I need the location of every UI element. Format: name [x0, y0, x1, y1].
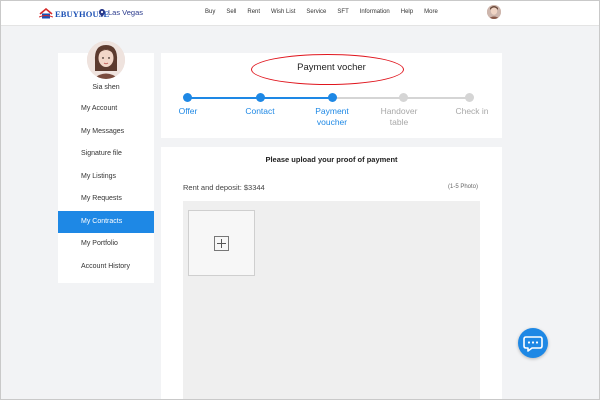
main-nav: Buy Sell Rent Wish List Service SFT Info… [205, 9, 449, 15]
step-label-handover-table: Handover table [380, 106, 418, 127]
step-dot-payment-voucher [328, 93, 337, 102]
user-photo-icon [87, 41, 125, 79]
step-label-contact[interactable]: Contact [235, 106, 285, 117]
nav-item-service[interactable]: Service [306, 9, 326, 15]
account-sidebar: Sia shen My Account My Messages Signatur… [58, 41, 154, 283]
location-pin-icon [99, 8, 105, 17]
add-photo-button[interactable] [188, 210, 255, 276]
location-label: Las Vegas [108, 8, 144, 17]
user-name: Sia shen [92, 84, 120, 91]
step-label-payment-voucher[interactable]: Payment voucher [307, 106, 357, 128]
sidebar-item-signature-file[interactable]: Signature file [58, 143, 154, 166]
nav-item-sell[interactable]: Sell [226, 9, 236, 15]
nav-item-wish-list[interactable]: Wish List [271, 9, 295, 15]
step-label-check-in: Check in [455, 106, 489, 116]
nav-item-rent[interactable]: Rent [247, 9, 260, 15]
user-photo-icon [487, 5, 501, 19]
location-selector[interactable]: Las Vegas [99, 8, 143, 17]
page: EBUYHOUSE Las Vegas Buy Sell Rent Wish L… [0, 0, 600, 400]
house-logo-icon [39, 8, 53, 19]
photo-limit-hint: (1-5 Photo) [447, 184, 478, 190]
deposit-amount: Rent and deposit: $3344 [183, 183, 265, 192]
top-navigation-bar: EBUYHOUSE Las Vegas Buy Sell Rent Wish L… [1, 1, 599, 26]
nav-item-more[interactable]: More [424, 9, 438, 15]
sidebar-menu: My Account My Messages Signature file My… [58, 98, 154, 278]
header-avatar[interactable] [487, 5, 501, 19]
contract-progress-card: Payment vocher Offer Contact Payment vou… [161, 53, 502, 138]
sidebar-item-my-messages[interactable]: My Messages [58, 121, 154, 144]
step-dot-contact [256, 93, 265, 102]
nav-item-help[interactable]: Help [401, 9, 413, 15]
sidebar-item-account-history[interactable]: Account History [58, 256, 154, 279]
sidebar-item-my-listings[interactable]: My Listings [58, 166, 154, 189]
annotation-highlight-oval [251, 54, 404, 85]
plus-icon [214, 236, 229, 251]
sidebar-item-my-contracts[interactable]: My Contracts [58, 210, 154, 233]
nav-item-information[interactable]: Information [360, 9, 390, 15]
payment-proof-upload-card: Please upload your proof of payment Rent… [161, 147, 502, 399]
profile-avatar[interactable] [87, 41, 125, 79]
sidebar-item-my-requests[interactable]: My Requests [58, 188, 154, 211]
step-dot-handover-table [399, 93, 408, 102]
step-label-offer[interactable]: Offer [163, 106, 213, 117]
step-dot-offer [183, 93, 192, 102]
nav-item-sft[interactable]: SFT [337, 9, 348, 15]
sidebar-item-my-account[interactable]: My Account [58, 98, 154, 121]
chat-button[interactable] [518, 328, 548, 358]
step-dot-check-in [465, 93, 474, 102]
sidebar-item-my-portfolio[interactable]: My Portfolio [58, 233, 154, 256]
upload-title: Please upload your proof of payment [265, 155, 398, 164]
photo-upload-area [183, 201, 480, 399]
nav-item-buy[interactable]: Buy [205, 9, 215, 15]
chat-bubble-icon [523, 336, 543, 352]
